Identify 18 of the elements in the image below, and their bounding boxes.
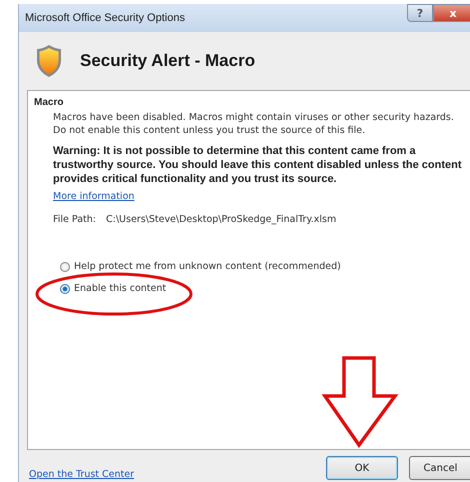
file-path-label: File Path: [53, 214, 96, 225]
window-title: Microsoft Office Security Options [25, 12, 185, 24]
trust-center-link[interactable]: Open the Trust Center [29, 468, 134, 480]
radio-button[interactable] [60, 284, 70, 294]
shield-icon [36, 44, 62, 78]
help-button[interactable]: ? [407, 4, 433, 22]
file-path-value: C:\Users\Steve\Desktop\ProSkedge_FinalTry.xlsm [106, 214, 336, 225]
cancel-button[interactable]: Cancel [409, 456, 470, 480]
radio-button[interactable] [60, 262, 70, 272]
close-button[interactable]: x [433, 4, 470, 22]
description-text: Macros have been disabled. Macros might contain viruses or other security hazards. Do not enable this content unless you trust the source of this file. [53, 111, 455, 137]
warning-text: Warning: It is not possible to determine that this content came from a trustworthy source. You should leave this content disabled unless the content provides critical functionality and you trust its source. [53, 144, 462, 186]
radio-option[interactable]: Enable this content [60, 283, 166, 294]
radio-option[interactable]: Help protect me from unknown content (recommended) [60, 261, 341, 272]
more-information-link[interactable]: More information [53, 191, 134, 202]
ok-button[interactable]: OK [326, 456, 398, 480]
section-title: Macro [34, 97, 64, 108]
dialog-heading: Security Alert - Macro [80, 51, 256, 71]
